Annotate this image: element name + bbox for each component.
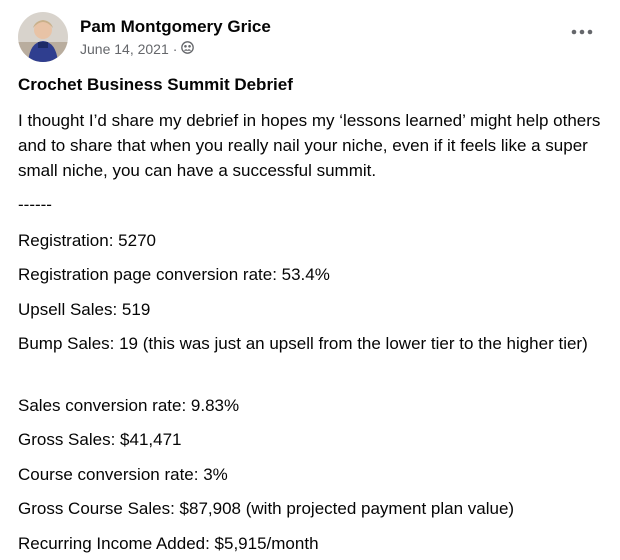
stat-registration: Registration: 5270 — [18, 231, 156, 250]
stat-bump-sales: Bump Sales: 19 (this was just an upsell … — [18, 334, 588, 353]
author-name[interactable]: Pam Montgomery Grice — [80, 16, 271, 38]
stat-gross-sales: Gross Sales: $41,471 — [18, 430, 182, 449]
stat-gross-course-sales: Gross Course Sales: $87,908 (with projec… — [18, 499, 515, 518]
stat-sales-conversion: Sales conversion rate: 9.83% — [18, 396, 240, 415]
friends-audience-icon[interactable] — [181, 40, 195, 58]
post-meta: Pam Montgomery Grice June 14, 2021 · — [80, 16, 271, 58]
post-header: Pam Montgomery Grice June 14, 2021 · — [18, 12, 271, 62]
stat-course-conversion: Course conversion rate: 3% — [18, 465, 228, 484]
stat-recurring-income: Recurring Income Added: $5,915/month — [18, 534, 319, 553]
post-title: Crochet Business Summit Debrief — [18, 75, 293, 94]
separator-dot: · — [172, 41, 178, 57]
stat-upsell-sales: Upsell Sales: 519 — [18, 300, 151, 319]
post-date[interactable]: June 14, 2021 — [80, 40, 169, 58]
profile-photo — [18, 12, 68, 62]
post-intro: I thought I’d share my debrief in hopes … — [18, 111, 601, 180]
stat-registration-conversion: Registration page conversion rate: 53.4% — [18, 265, 330, 284]
more-options-icon[interactable] — [570, 24, 594, 40]
avatar[interactable] — [18, 12, 68, 62]
post-subline: June 14, 2021 · — [80, 40, 271, 58]
text-divider: ------ — [18, 195, 52, 214]
facebook-post: Pam Montgomery Grice June 14, 2021 · Cro… — [0, 0, 620, 560]
